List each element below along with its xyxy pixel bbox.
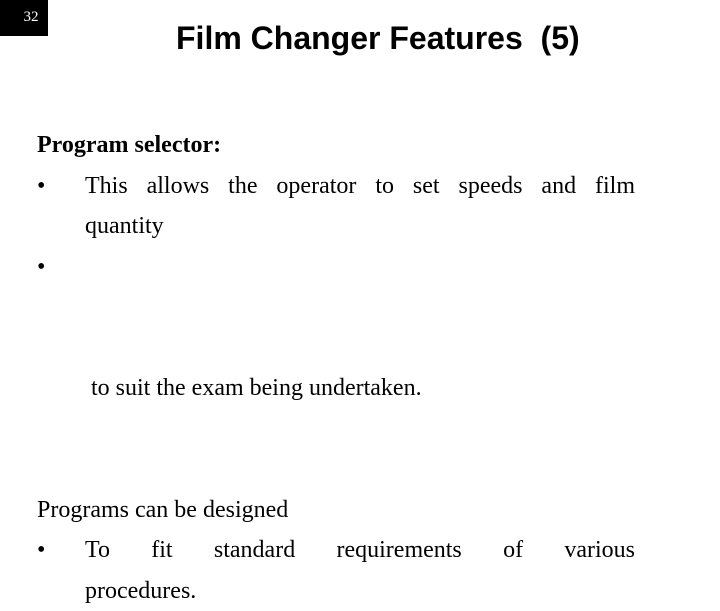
bullet-text-line: to suit the exam being undertaken. [85,368,635,409]
slide-number: 32 [0,0,48,36]
section-heading: Program selector: [37,125,635,166]
bullet-text-line: This allows the operator to set speeds a… [85,166,635,207]
bullet-text-line: quantity [85,206,635,247]
bullet-icon: • [37,166,57,207]
bullet-text-line: procedures. [85,571,635,611]
slide-title: Film Changer Features (5) [176,16,636,60]
section-subheading: Programs can be designed [37,490,635,531]
slide-body: Program selector: • This allows the oper… [37,125,635,611]
bullet-item: • to suit the exam being undertaken. [37,247,635,490]
bullet-icon: • [37,530,57,571]
bullet-item: • To fit standard requirements of variou… [37,530,635,611]
bullet-text-line: To fit standard requirements of various [85,530,635,571]
slide-number-text: 32 [24,9,39,26]
bullet-item: • This allows the operator to set speeds… [37,166,635,247]
bullet-icon: • [37,247,57,288]
